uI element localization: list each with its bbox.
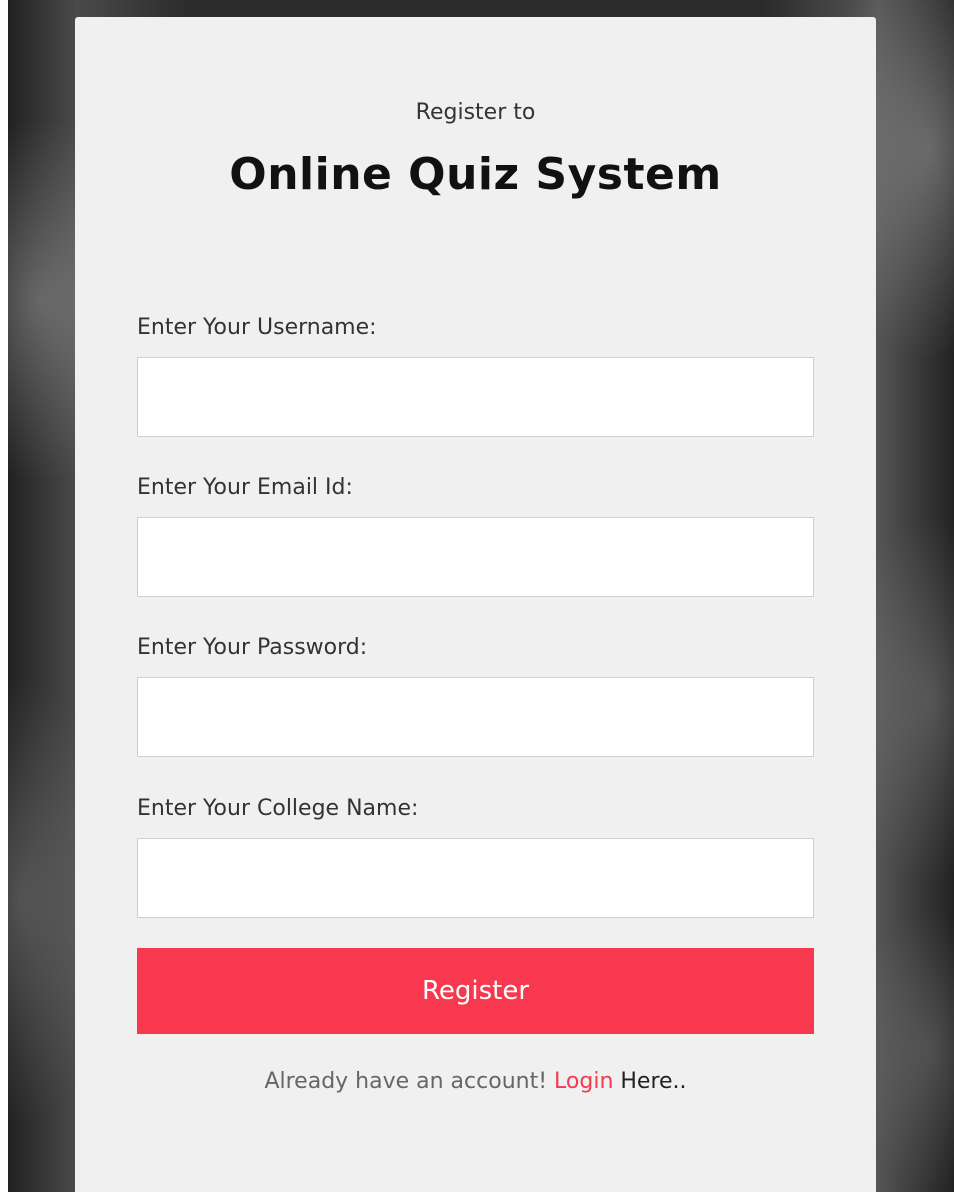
- password-label: Enter Your Password:: [137, 635, 368, 660]
- username-label: Enter Your Username:: [137, 315, 377, 340]
- password-input[interactable]: [137, 677, 814, 757]
- page-title: Online Quiz System: [229, 149, 722, 200]
- register-button[interactable]: Register: [137, 948, 814, 1034]
- page-edge: [0, 0, 8, 1192]
- login-link[interactable]: Login: [554, 1069, 613, 1094]
- login-prompt-suffix: Here..: [613, 1069, 687, 1094]
- username-input[interactable]: [137, 357, 814, 437]
- page-subtitle: Register to: [415, 100, 536, 125]
- login-prompt-text: Already have an account!: [264, 1069, 555, 1094]
- email-label: Enter Your Email Id:: [137, 475, 353, 500]
- college-name-input[interactable]: [137, 838, 814, 918]
- login-prompt: Already have an account! Login Here..: [75, 1069, 876, 1094]
- college-name-label: Enter Your College Name:: [137, 796, 419, 821]
- register-card: Register to Online Quiz System Enter You…: [75, 17, 876, 1192]
- email-input[interactable]: [137, 517, 814, 597]
